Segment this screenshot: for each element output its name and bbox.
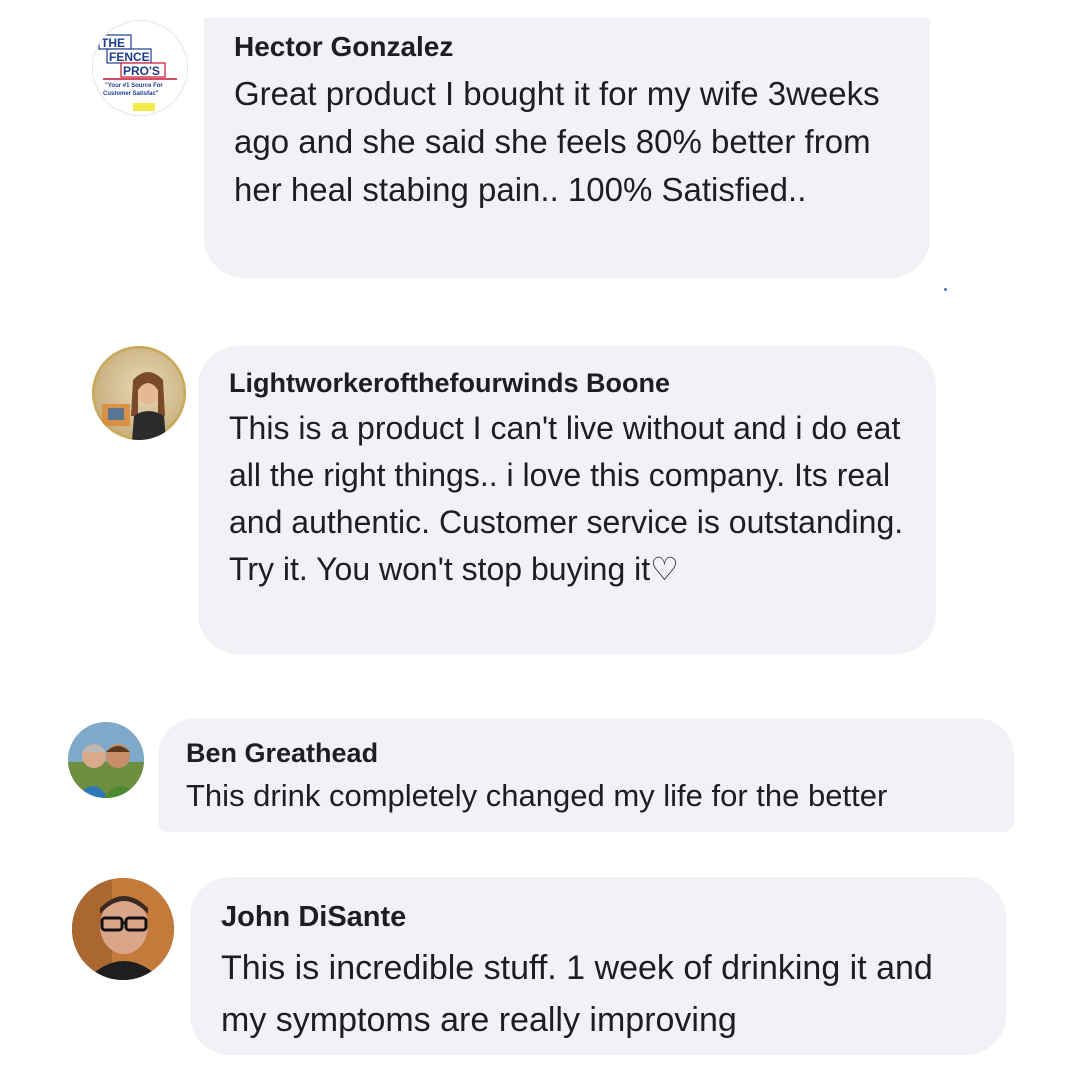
comment-text: This drink completely changed my life fo… bbox=[186, 778, 888, 813]
logo-text-pros: PRO'S bbox=[123, 64, 160, 78]
avatar[interactable]: THE FENCE PRO'S "Your #1 Source For Cust… bbox=[92, 20, 188, 116]
avatar[interactable] bbox=[68, 722, 144, 798]
avatar[interactable] bbox=[72, 878, 174, 980]
comment-text: Great product I bought it for my wife 3w… bbox=[234, 75, 880, 208]
comment-author[interactable]: Ben Greathead bbox=[186, 736, 986, 770]
comment-text: This is a product I can't live without a… bbox=[229, 410, 904, 587]
logo-text-fence: FENCE bbox=[109, 50, 150, 64]
comment-author[interactable]: Lightworkerofthefourwinds Boone bbox=[229, 366, 908, 400]
logo-text-the: THE bbox=[101, 36, 125, 50]
comment-text: This is incredible stuff. 1 week of drin… bbox=[221, 949, 933, 1039]
comment-bubble: John DiSante This is incredible stuff. 1… bbox=[190, 877, 1006, 1055]
comment-author[interactable]: John DiSante bbox=[221, 899, 978, 935]
comment-bubble: Hector Gonzalez Great product I bought i… bbox=[204, 18, 930, 278]
profile-photo-icon bbox=[92, 346, 186, 440]
logo-tagline-2: Customer Satisfac" bbox=[103, 91, 159, 97]
avatar[interactable] bbox=[92, 346, 186, 440]
fence-pros-logo-icon: THE FENCE PRO'S "Your #1 Source For Cust… bbox=[93, 21, 187, 115]
comment-author[interactable]: Hector Gonzalez bbox=[234, 30, 902, 64]
comment-bubble: Ben Greathead This drink completely chan… bbox=[158, 718, 1014, 832]
profile-photo-icon bbox=[68, 722, 144, 798]
logo-tagline-1: "Your #1 Source For bbox=[105, 83, 163, 89]
profile-photo-icon bbox=[72, 878, 174, 980]
decorative-dot bbox=[944, 288, 947, 291]
comment-bubble: Lightworkerofthefourwinds Boone This is … bbox=[198, 346, 936, 654]
